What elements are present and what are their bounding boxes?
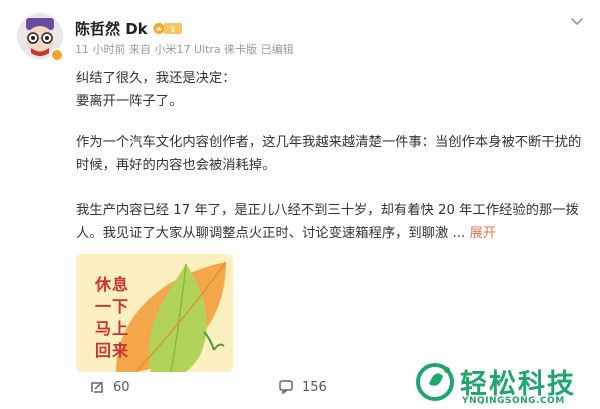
weibo-post: 陈哲然 Dk Ⅱ 11 小时前 来自 小米17 Ultra 徕卡版 已编辑 纠结… <box>0 0 600 409</box>
repost-count: 60 <box>113 379 130 395</box>
watermark-subtitle: YNQINGSONG.COM <box>462 396 565 406</box>
comment-button[interactable]: 156 <box>278 379 327 395</box>
post-source: 来自 小米17 Ultra 徕卡版 <box>129 43 258 56</box>
author-row: 陈哲然 Dk Ⅱ <box>75 17 183 39</box>
post-time[interactable]: 11 小时前 <box>75 43 126 56</box>
expand-link[interactable]: 展开 <box>469 226 496 241</box>
post-line: 要离开一阵子了。 <box>76 94 183 109</box>
edited-label[interactable]: 已编辑 <box>261 43 294 56</box>
vip-level-badge-icon[interactable]: Ⅱ <box>153 21 183 36</box>
watermark: 轻松科技 YNQINGSONG.COM <box>412 360 600 409</box>
post-paragraph-3: 我生产内容已经 17 年了，是正儿八经不到三十岁，却有着快 20 年工作经验的那… <box>76 199 586 245</box>
verified-badge-icon <box>50 48 64 62</box>
author-name[interactable]: 陈哲然 Dk <box>75 18 148 39</box>
vip-level-text: Ⅱ <box>171 25 175 34</box>
post-paragraph-3-text: 我生产内容已经 17 年了，是正儿八经不到三十岁，却有着快 20 年工作经验的那… <box>76 203 579 241</box>
post-meta: 11 小时前 来自 小米17 Ultra 徕卡版 已编辑 <box>75 41 294 57</box>
chevron-down-icon[interactable] <box>568 12 586 30</box>
repost-button[interactable]: 60 <box>89 379 130 395</box>
post-paragraph-2: 作为一个汽车文化内容创作者，这几年我越来越清楚一件事：当创作本身被不断干扰的时候… <box>76 135 582 173</box>
watermark-logo-icon <box>416 363 454 401</box>
post-line: 纠结了很久，我还是决定： <box>76 71 236 86</box>
image-caption: 休息一下 马上回来 <box>94 275 129 360</box>
comment-icon <box>279 380 293 395</box>
post-image[interactable]: 休息一下 马上回来 <box>76 254 233 372</box>
post-paragraph-1: 纠结了很久，我还是决定： 要离开一阵子了。 <box>76 67 586 113</box>
comment-count: 156 <box>302 379 327 395</box>
repost-icon <box>91 381 103 393</box>
